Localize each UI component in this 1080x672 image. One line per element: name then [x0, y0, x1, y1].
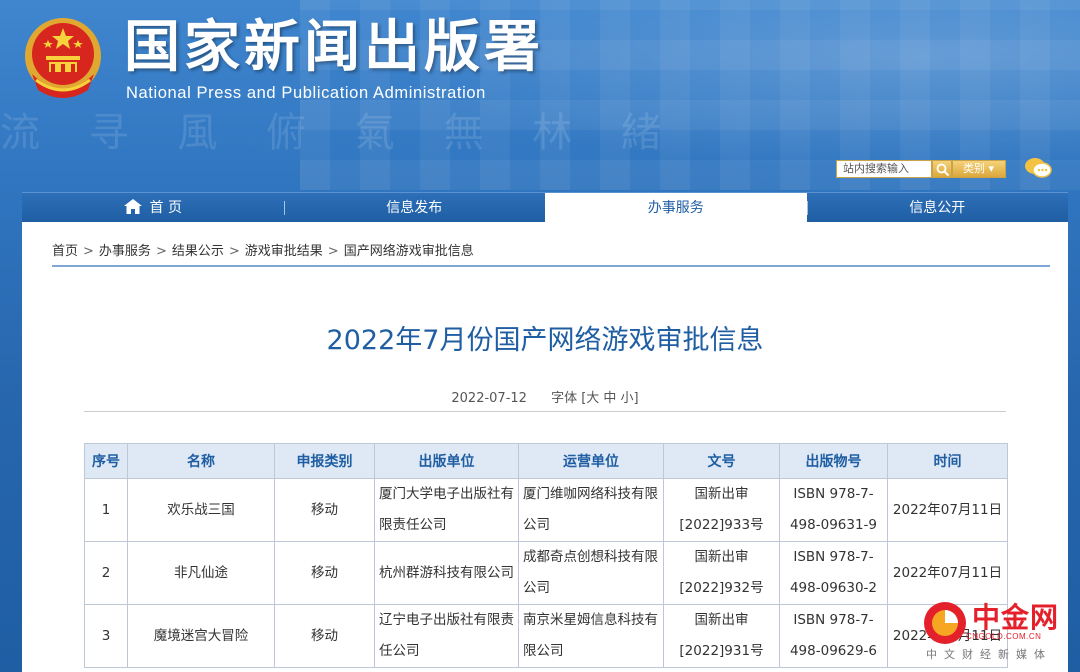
content-panel: 首页 > 办事服务 > 结果公示 > 游戏审批结果 > 国产网络游戏审批信息 2022年7月份国… — [22, 222, 1068, 672]
nav-info-disclosure[interactable]: 信息公开 — [806, 193, 1069, 222]
nav-info-release[interactable]: 信息发布 — [283, 193, 546, 222]
breadcrumb-results[interactable]: 结果公示 — [172, 244, 224, 259]
cell-index: 2 — [84, 541, 128, 605]
cell-operator: 南京米星姆信息科技有限公司 — [518, 604, 664, 668]
category-dropdown[interactable]: 类别 ▾ — [952, 160, 1006, 178]
cell-name: 欢乐战三国 — [127, 478, 275, 542]
watermark: 中金网 CNGOLD.COM.CN 中文财经新媒体 — [922, 596, 1072, 666]
cell-name: 非凡仙途 — [127, 541, 275, 605]
header-index: 序号 — [84, 443, 128, 479]
watermark-domain: CNGOLD.COM.CN — [966, 632, 1042, 641]
cngold-logo-icon — [924, 602, 966, 644]
cell-isbn: ISBN 978-7-498-09631-9 — [779, 478, 888, 542]
watermark-tagline: 中文财经新媒体 — [926, 648, 1052, 661]
nav-services[interactable]: 办事服务 — [545, 193, 807, 222]
site-subtitle: National Press and Publication Administr… — [126, 84, 486, 102]
chat-icon[interactable] — [1024, 156, 1052, 180]
cell-approval-no: 国新出审[2022]933号 — [663, 478, 780, 542]
font-size-selector[interactable]: 字体 [大 中 小] — [551, 391, 639, 406]
article-date: 2022-07-12 — [451, 391, 527, 406]
table-row: 3 魔境迷宫大冒险 移动 辽宁电子出版社有限责任公司 南京米星姆信息科技有限公司… — [84, 604, 1008, 668]
search-icon — [936, 163, 950, 177]
header-operator: 运营单位 — [518, 443, 664, 479]
meta-divider — [84, 411, 1006, 412]
header-isbn: 出版物号 — [779, 443, 888, 479]
header-date: 时间 — [887, 443, 1008, 479]
cell-publisher: 杭州群游科技有限公司 — [374, 541, 519, 605]
breadcrumb-current[interactable]: 国产网络游戏审批信息 — [344, 244, 474, 259]
calligraphy-background: 流 寻 風 俯 氣 無 林 緒 — [0, 110, 680, 156]
cell-approval-no: 国新出审[2022]932号 — [663, 541, 780, 605]
cell-publisher: 厦门大学电子出版社有限责任公司 — [374, 478, 519, 542]
nav-home-label: 首 页 — [149, 200, 182, 216]
cell-name: 魔境迷宫大冒险 — [127, 604, 275, 668]
breadcrumb-services[interactable]: 办事服务 — [99, 244, 151, 259]
header-category: 申报类别 — [274, 443, 375, 479]
cell-isbn: ISBN 978-7-498-09629-6 — [779, 604, 888, 668]
cell-category: 移动 — [274, 478, 375, 542]
home-icon — [123, 199, 142, 214]
cell-index: 3 — [84, 604, 128, 668]
cell-index: 1 — [84, 478, 128, 542]
article-title: 2022年7月份国产网络游戏审批信息 — [326, 325, 764, 356]
search-input[interactable]: 站内搜索输入 — [836, 160, 932, 178]
nav-home[interactable]: 首 页 — [22, 193, 284, 222]
site-title: 国家新闻出版署 — [124, 15, 544, 80]
approval-table: 序号 名称 申报类别 出版单位 运营单位 文号 出版物号 时间 1 欢乐战三国 … — [84, 443, 1008, 668]
header-approval-no: 文号 — [663, 443, 780, 479]
watermark-brand: 中金网 — [972, 601, 1060, 634]
cell-publisher: 辽宁电子出版社有限责任公司 — [374, 604, 519, 668]
main-nav: 首 页 信息发布 办事服务 信息公开 — [22, 192, 1068, 222]
table-row: 2 非凡仙途 移动 杭州群游科技有限公司 成都奇点创想科技有限公司 国新出审[2… — [84, 541, 1008, 605]
table-header-row: 序号 名称 申报类别 出版单位 运营单位 文号 出版物号 时间 — [84, 443, 1008, 479]
search-button[interactable] — [932, 160, 952, 178]
breadcrumb-divider — [52, 265, 1050, 267]
cell-isbn: ISBN 978-7-498-09630-2 — [779, 541, 888, 605]
cell-category: 移动 — [274, 604, 375, 668]
header-name: 名称 — [127, 443, 275, 479]
cell-category: 移动 — [274, 541, 375, 605]
header-publisher: 出版单位 — [374, 443, 519, 479]
article-meta: 2022-07-12 字体 [大 中 小] — [22, 387, 1068, 406]
breadcrumb-home[interactable]: 首页 — [52, 244, 78, 259]
table-row: 1 欢乐战三国 移动 厦门大学电子出版社有限责任公司 厦门维咖网络科技有限公司 … — [84, 478, 1008, 542]
cell-date: 2022年07月11日 — [887, 478, 1008, 542]
cell-operator: 厦门维咖网络科技有限公司 — [518, 478, 664, 542]
national-emblem-icon — [25, 18, 101, 98]
breadcrumb-game-results[interactable]: 游戏审批结果 — [245, 244, 323, 259]
cell-operator: 成都奇点创想科技有限公司 — [518, 541, 664, 605]
cell-approval-no: 国新出审[2022]931号 — [663, 604, 780, 668]
breadcrumb: 首页 > 办事服务 > 结果公示 > 游戏审批结果 > 国产网络游戏审批信息 — [52, 244, 474, 259]
